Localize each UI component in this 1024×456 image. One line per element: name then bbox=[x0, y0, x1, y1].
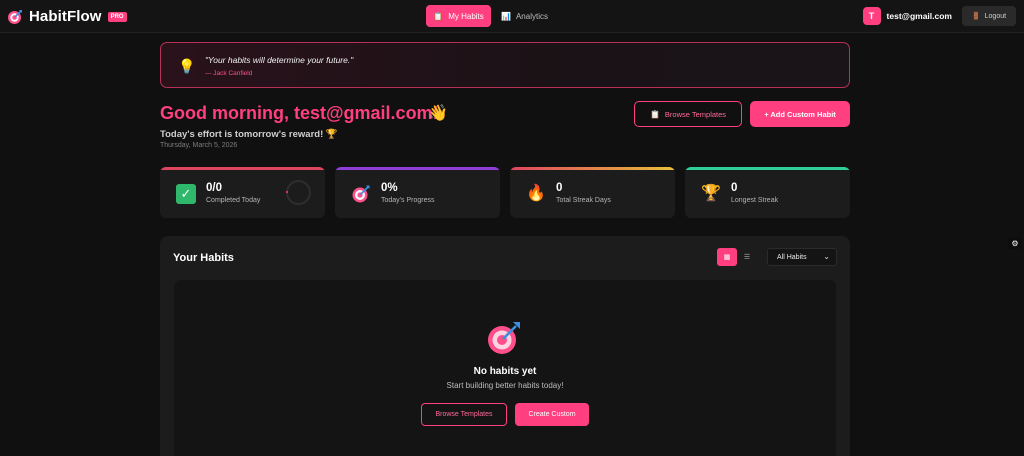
clipboard-icon: 📋 bbox=[649, 109, 660, 119]
empty-browse-templates-button[interactable]: Browse Templates bbox=[421, 403, 507, 426]
stat-accent-bar bbox=[510, 167, 675, 170]
settings-sliders-icon: ⚙ bbox=[1011, 238, 1019, 248]
top-navbar: HabitFlow PRO 📋 My Habits 📊 Analytics T … bbox=[0, 0, 1024, 33]
create-custom-button[interactable]: Create Custom bbox=[515, 403, 589, 426]
grid-view-button[interactable]: ▦ bbox=[717, 248, 737, 266]
quote-text: "Your habits will determine your future.… bbox=[205, 55, 354, 65]
empty-browse-label: Browse Templates bbox=[435, 411, 493, 418]
browse-templates-button[interactable]: 📋 Browse Templates bbox=[634, 101, 742, 127]
stat-card-progress: 0% Today's Progress bbox=[335, 167, 500, 218]
greeting-subtitle: Today's effort is tomorrow's reward! 🏆 bbox=[160, 129, 338, 140]
empty-state-title: No habits yet bbox=[473, 366, 537, 377]
stat-value: 0% bbox=[381, 182, 398, 194]
stat-label: Completed Today bbox=[206, 197, 261, 204]
stat-label: Longest Streak bbox=[731, 197, 779, 204]
logout-label: Logout bbox=[984, 12, 1007, 20]
habit-filter-select[interactable]: All Habits ⌄ bbox=[767, 248, 837, 266]
stat-card-longest-streak: 🏆 0 Longest Streak bbox=[685, 167, 850, 218]
progress-ring bbox=[286, 180, 311, 205]
wave-icon: 👋 bbox=[428, 105, 448, 122]
create-custom-label: Create Custom bbox=[528, 411, 576, 418]
current-date: Thursday, March 5, 2026 bbox=[160, 142, 238, 149]
list-icon: ☰ bbox=[743, 254, 751, 261]
quote-banner: 💡 "Your habits will determine your futur… bbox=[160, 42, 850, 88]
stat-value: 0/0 bbox=[206, 182, 222, 194]
quote-author: — Jack Canfield bbox=[205, 70, 253, 77]
empty-state: No habits yet Start building better habi… bbox=[174, 280, 836, 456]
pro-badge: PRO bbox=[107, 11, 127, 22]
stat-value: 0 bbox=[556, 182, 563, 194]
user-area: T test@gmail.com 🚪 Logout bbox=[862, 6, 1016, 26]
lightbulb-icon: 💡 bbox=[178, 58, 196, 74]
side-panel-toggle[interactable]: ⚙ bbox=[1008, 237, 1022, 249]
habits-title: Your Habits bbox=[173, 252, 234, 264]
view-toggle: ▦ ☰ bbox=[717, 248, 757, 266]
tab-my-habits-label: My Habits bbox=[448, 11, 484, 21]
stat-accent-bar bbox=[160, 167, 325, 170]
browse-templates-label: Browse Templates bbox=[664, 109, 727, 119]
stat-card-completed: ✓ 0/0 Completed Today bbox=[160, 167, 325, 218]
fire-icon: 🔥 bbox=[526, 185, 546, 202]
door-icon: 🚪 bbox=[971, 13, 981, 20]
greeting-title: Good morning, test@gmail.com! bbox=[160, 103, 439, 123]
stat-label: Total Streak Days bbox=[556, 197, 611, 204]
grid-icon: ▦ bbox=[723, 254, 731, 261]
stat-accent-bar bbox=[685, 167, 850, 170]
add-custom-habit-button[interactable]: + Add Custom Habit bbox=[750, 101, 850, 127]
stat-value: 0 bbox=[731, 182, 738, 194]
empty-state-subtitle: Start building better habits today! bbox=[446, 381, 564, 390]
target-icon bbox=[8, 9, 22, 24]
brand-name: HabitFlow bbox=[29, 8, 102, 25]
tab-analytics[interactable]: 📊 Analytics bbox=[491, 5, 558, 27]
stat-card-total-streak: 🔥 0 Total Streak Days bbox=[510, 167, 675, 218]
bar-chart-icon: 📊 bbox=[501, 11, 511, 21]
add-custom-habit-label: + Add Custom Habit bbox=[764, 109, 836, 119]
stat-label: Today's Progress bbox=[381, 197, 435, 204]
logout-button[interactable]: 🚪 Logout bbox=[962, 6, 1016, 26]
brand[interactable]: HabitFlow PRO bbox=[7, 8, 127, 25]
chevron-down-icon: ⌄ bbox=[823, 252, 830, 261]
tab-analytics-label: Analytics bbox=[515, 11, 548, 21]
stat-accent-bar bbox=[335, 167, 500, 170]
tab-my-habits[interactable]: 📋 My Habits bbox=[426, 5, 491, 27]
avatar[interactable]: T bbox=[862, 7, 881, 25]
trophy-icon: 🏆 bbox=[701, 185, 721, 202]
user-email: test@gmail.com bbox=[886, 11, 952, 21]
target-icon bbox=[351, 184, 371, 204]
target-icon bbox=[488, 322, 520, 354]
nav-tabs: 📋 My Habits 📊 Analytics bbox=[426, 5, 558, 27]
habit-filter-value: All Habits bbox=[777, 253, 807, 261]
list-view-button[interactable]: ☰ bbox=[737, 248, 757, 266]
clipboard-icon: 📋 bbox=[433, 11, 444, 21]
check-icon: ✓ bbox=[176, 184, 196, 204]
habits-panel: Your Habits ▦ ☰ All Habits ⌄ No habits y… bbox=[160, 236, 850, 456]
